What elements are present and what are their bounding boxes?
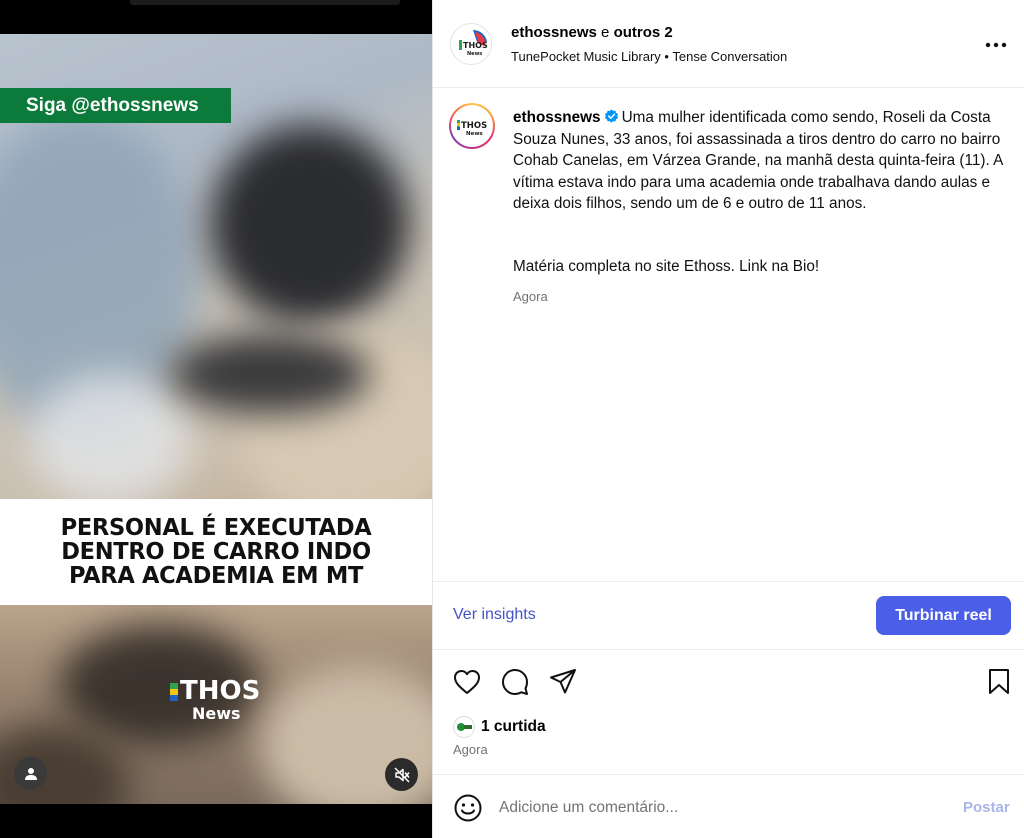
emoji-button[interactable]	[453, 793, 483, 823]
music-separator: •	[660, 49, 673, 64]
reel-media[interactable]: Siga @ethossnews PERSONAL É EXECUTADA DE…	[0, 0, 432, 838]
likes-count: 1 curtida	[481, 718, 546, 735]
save-button[interactable]	[983, 666, 1015, 698]
caption-link-line: Matéria completa no site Ethoss. Link na…	[513, 258, 820, 275]
comment-button[interactable]	[499, 666, 531, 698]
speaker-muted-icon	[393, 766, 410, 783]
svg-text:News: News	[467, 51, 482, 57]
music-track: Tense Conversation	[672, 49, 788, 64]
likes-summary[interactable]: 1 curtida	[453, 716, 546, 738]
comment-input[interactable]	[499, 795, 939, 821]
bookmark-icon	[989, 669, 1009, 694]
music-artist: TunePocket Music Library	[511, 49, 661, 64]
follow-banner: Siga @ethossnews	[0, 88, 231, 123]
comment-bar: Postar	[433, 774, 1024, 838]
media-top-strip	[0, 0, 432, 34]
verified-badge-icon	[604, 109, 618, 123]
boost-reel-button[interactable]: Turbinar reel	[876, 596, 1011, 635]
like-button[interactable]	[451, 666, 483, 698]
post-authors: ethossnews e outros 2	[511, 24, 673, 41]
heart-icon	[454, 670, 480, 694]
post-timestamp: Agora	[453, 742, 488, 757]
post-panel: THOS News ethossnews e outros 2 TunePock…	[432, 0, 1024, 838]
mute-button[interactable]	[385, 758, 418, 791]
liker-avatar	[453, 716, 475, 738]
collab-others[interactable]: outros 2	[614, 24, 673, 41]
post-header: THOS News ethossnews e outros 2 TunePock…	[433, 0, 1024, 88]
caption-avatar[interactable]: THOS News	[449, 103, 495, 149]
media-bottom-strip	[0, 804, 432, 838]
tagged-users-button[interactable]	[14, 757, 47, 790]
share-button[interactable]	[547, 666, 579, 698]
more-horizontal-icon	[985, 42, 1007, 48]
send-icon	[550, 669, 576, 694]
ethos-watermark-logo: THOS News	[170, 677, 270, 733]
logo-sub: News	[192, 704, 241, 723]
more-options-button[interactable]	[981, 30, 1011, 60]
caption-username[interactable]: ethossnews	[513, 109, 601, 126]
ethos-logo-icon: THOS News	[457, 120, 487, 137]
logo-word: THOS	[180, 676, 261, 706]
post-actions	[433, 650, 1024, 710]
caption-text: ethossnews Uma mulher identificada como …	[513, 107, 1008, 215]
comment-icon	[502, 669, 528, 695]
svg-text:News: News	[466, 131, 483, 137]
headline-box: PERSONAL É EXECUTADA DENTRO DE CARRO IND…	[0, 499, 432, 605]
svg-text:THOS: THOS	[463, 41, 488, 50]
music-attribution[interactable]: TunePocket Music Library • Tense Convers…	[511, 49, 787, 64]
svg-text:THOS: THOS	[461, 121, 487, 131]
post-comment-button[interactable]: Postar	[963, 799, 1010, 816]
header-avatar[interactable]: THOS News	[450, 23, 492, 65]
collab-connector: e	[596, 24, 614, 41]
emoji-icon	[454, 794, 482, 822]
caption-section: THOS News ethossnews Uma mulher identifi…	[433, 88, 1024, 582]
caption-timestamp: Agora	[513, 289, 548, 304]
ethos-logo-icon: THOS News	[452, 25, 491, 64]
insights-row: Ver insights Turbinar reel	[433, 582, 1024, 650]
liker-logo-icon	[455, 718, 473, 736]
reel-headline: PERSONAL É EXECUTADA DENTRO DE CARRO IND…	[60, 515, 372, 589]
author-username[interactable]: ethossnews	[511, 24, 597, 41]
user-icon	[24, 767, 37, 780]
view-insights-link[interactable]: Ver insights	[453, 606, 536, 624]
